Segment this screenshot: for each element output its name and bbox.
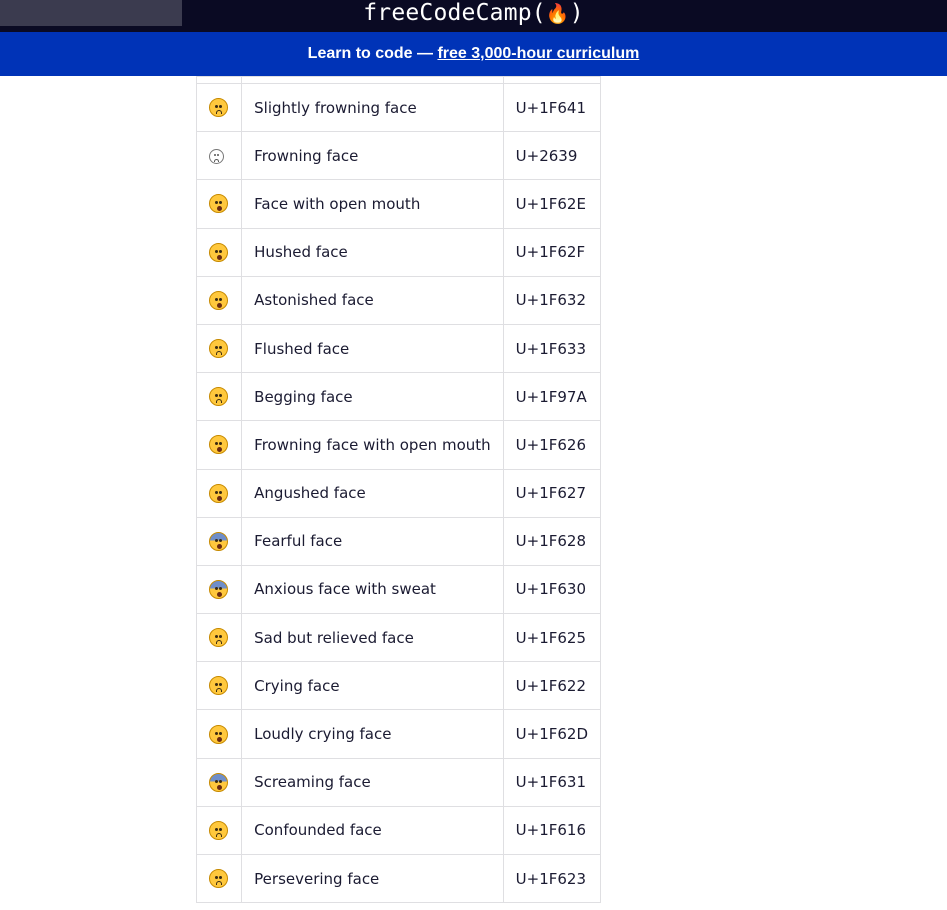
table-row: Slightly frowning face U+1F641 — [196, 82, 601, 133]
emoji-cell — [196, 468, 243, 518]
anguished-face-icon — [209, 483, 228, 503]
table-row: Anxious face with sweat U+1F630 — [196, 564, 601, 615]
emoji-name-cell: Frowning face — [241, 131, 504, 181]
table-row: Angushed face U+1F627 — [196, 468, 601, 518]
unicode-cell: U+1F628 — [502, 516, 601, 566]
table-row: Astonished face U+1F632 — [196, 275, 601, 325]
unicode-cell: U+1F641 — [502, 82, 601, 133]
table-row: Fearful face U+1F628 — [196, 516, 601, 566]
anxious-face-with-sweat-icon — [209, 579, 228, 599]
emoji-cell — [196, 613, 243, 663]
banner-prefix: Learn to code — — [307, 45, 438, 62]
hushed-face-icon — [209, 242, 228, 262]
emoji-cell — [196, 564, 243, 615]
emoji-cell — [196, 757, 243, 807]
emoji-name-cell: Face with open mouth — [241, 179, 504, 229]
flushed-face-icon — [209, 339, 228, 359]
unicode-cell: U+1F625 — [502, 613, 601, 663]
unicode-cell: U+1F631 — [502, 757, 601, 807]
emoji-name-cell: Hushed face — [241, 227, 504, 277]
sad-but-relieved-face-icon — [209, 628, 228, 648]
freecodecamp-logo[interactable]: freeCodeCamp(🔥) — [0, 0, 947, 28]
confounded-face-icon — [209, 820, 228, 840]
emoji-name-cell: Anxious face with sweat — [241, 564, 504, 615]
unicode-cell: U+1F627 — [502, 468, 601, 518]
emoji-cell — [196, 709, 243, 759]
emoji-table: Slightly frowning face U+1F641 Frowning fa… — [196, 76, 601, 904]
curriculum-link[interactable]: free 3,000-hour curriculum — [437, 45, 639, 62]
table-row: Frowning face U+2639 — [196, 131, 601, 181]
table-row: Frowning face with open mouth U+1F626 — [196, 420, 601, 470]
screaming-face-icon — [209, 772, 228, 792]
unicode-cell: U+1F630 — [502, 564, 601, 615]
table-row: Confounded face U+1F616 — [196, 805, 601, 856]
unicode-cell: U+1F97A — [502, 372, 601, 422]
emoji-cell — [196, 853, 243, 904]
emoji-cell — [196, 372, 243, 422]
unicode-cell: U+1F623 — [502, 853, 601, 904]
emoji-cell — [196, 227, 243, 277]
flame-icon: 🔥 — [545, 3, 570, 25]
emoji-cell — [196, 82, 243, 133]
promo-banner: Learn to code — free 3,000-hour curricul… — [0, 32, 947, 76]
astonished-face-icon — [209, 290, 228, 310]
face-with-open-mouth-icon — [209, 194, 228, 214]
begging-face-icon — [209, 387, 228, 407]
unicode-cell: U+1F62F — [502, 227, 601, 277]
table-cell — [196, 76, 243, 84]
emoji-name-cell: Persevering face — [241, 853, 504, 904]
emoji-cell — [196, 661, 243, 711]
unicode-cell: U+1F62E — [502, 179, 601, 229]
crying-face-icon — [209, 676, 228, 696]
top-navigation-bar: freeCodeCamp(🔥) — [0, 0, 947, 32]
persevering-face-icon — [209, 869, 228, 889]
table-row-partial — [196, 76, 601, 84]
table-row: Begging face U+1F97A — [196, 372, 601, 422]
emoji-name-cell: Astonished face — [241, 275, 504, 325]
emoji-name-cell: Sad but relieved face — [241, 613, 504, 663]
emoji-name-cell: Begging face — [241, 372, 504, 422]
table-row: Persevering face U+1F623 — [196, 853, 601, 904]
unicode-cell: U+1F616 — [502, 805, 601, 856]
frowning-face-with-open-mouth-icon — [209, 435, 228, 455]
unicode-cell: U+1F633 — [502, 323, 601, 374]
emoji-cell — [196, 323, 243, 374]
unicode-cell: U+1F622 — [502, 661, 601, 711]
emoji-cell — [196, 275, 243, 325]
table-cell — [241, 76, 504, 84]
emoji-name-cell: Flushed face — [241, 323, 504, 374]
emoji-cell — [196, 516, 243, 566]
table-row: Flushed face U+1F633 — [196, 323, 601, 374]
unicode-cell: U+2639 — [502, 131, 601, 181]
table-row: Face with open mouth U+1F62E — [196, 179, 601, 229]
table-row: Loudly crying face U+1F62D — [196, 709, 601, 759]
emoji-cell — [196, 131, 243, 181]
emoji-name-cell: Loudly crying face — [241, 709, 504, 759]
emoji-name-cell: Crying face — [241, 661, 504, 711]
loudly-crying-face-icon — [209, 724, 228, 744]
emoji-cell — [196, 179, 243, 229]
unicode-cell: U+1F62D — [502, 709, 601, 759]
emoji-name-cell: Confounded face — [241, 805, 504, 856]
logo-text-close: ) — [569, 0, 584, 26]
emoji-table-container: Slightly frowning face U+1F641 Frowning fa… — [196, 76, 601, 910]
table-row: Hushed face U+1F62F — [196, 227, 601, 277]
table-cell — [502, 76, 601, 84]
unicode-cell: U+1F632 — [502, 275, 601, 325]
fearful-face-icon — [209, 531, 228, 551]
table-row: Screaming face U+1F631 — [196, 757, 601, 807]
emoji-name-cell: Fearful face — [241, 516, 504, 566]
unicode-cell: U+1F626 — [502, 420, 601, 470]
emoji-name-cell: Frowning face with open mouth — [241, 420, 504, 470]
emoji-name-cell: Angushed face — [241, 468, 504, 518]
table-row: Sad but relieved face U+1F625 — [196, 613, 601, 663]
frowning-face-icon — [209, 148, 224, 164]
emoji-name-cell: Screaming face — [241, 757, 504, 807]
emoji-cell — [196, 420, 243, 470]
slightly-frowning-face-icon — [209, 98, 228, 118]
table-row: Crying face U+1F622 — [196, 661, 601, 711]
emoji-name-cell: Slightly frowning face — [241, 82, 504, 133]
logo-text: freeCodeCamp( — [363, 0, 546, 26]
emoji-cell — [196, 805, 243, 856]
